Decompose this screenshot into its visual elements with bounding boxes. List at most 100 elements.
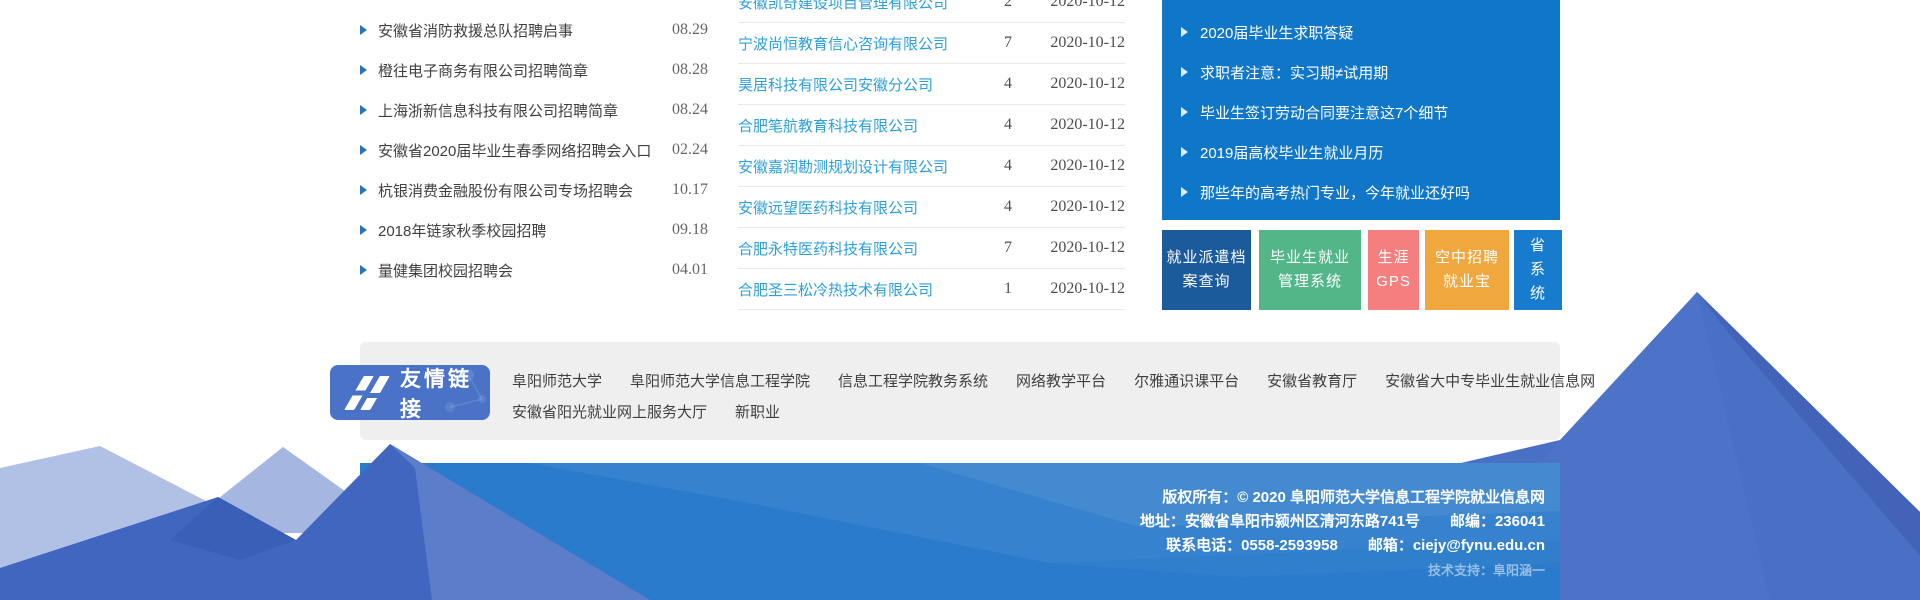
news-date: 08.24	[672, 101, 708, 119]
province-system-button[interactable]: 省系统	[1514, 230, 1562, 310]
tip-link[interactable]: 2020届毕业生求职答疑	[1200, 22, 1353, 43]
table-row[interactable]: 昊居科技有限公司安徽分公司 4 2020-10-12	[738, 64, 1125, 105]
bullet-arrow-icon	[1181, 147, 1188, 157]
news-item[interactable]: 上海浙新信息科技有限公司招聘简章 08.24	[360, 90, 708, 130]
company-link[interactable]: 昊居科技有限公司安徽分公司	[738, 74, 979, 95]
table-row[interactable]: 安徽嘉润勘测规划设计有限公司 4 2020-10-12	[738, 146, 1125, 187]
company-date: 2020-10-12	[1037, 116, 1125, 134]
bullet-arrow-icon	[360, 65, 367, 75]
friendly-links-logo-box: 友情链接	[330, 365, 490, 420]
company-count: 7	[979, 239, 1037, 257]
table-row[interactable]: 合肥笔航教育科技有限公司 4 2020-10-12	[738, 105, 1125, 146]
footer-copyright: 版权所有：© 2020 阜阳师范大学信息工程学院就业信息网	[1140, 486, 1545, 510]
news-item[interactable]: 杭银消费金融股份有限公司专场招聘会 10.17	[360, 170, 708, 210]
news-date: 10.17	[672, 181, 708, 199]
footer-tech-support: 技术支持：阜阳涵一	[1140, 559, 1545, 583]
bullet-arrow-icon	[1181, 67, 1188, 77]
friendly-link[interactable]: 安徽省大中专毕业生就业信息网	[1385, 370, 1595, 391]
news-date: 09.18	[672, 221, 708, 239]
company-count: 7	[979, 34, 1037, 52]
friendly-link[interactable]: 阜阳师范大学	[512, 370, 602, 391]
news-title[interactable]: 安徽省消防救援总队招聘启事	[378, 20, 672, 41]
molecule-decoration	[420, 365, 490, 420]
company-count: 4	[979, 75, 1037, 93]
company-date: 2020-10-12	[1037, 198, 1125, 216]
news-title[interactable]: 橙往电子商务有限公司招聘简章	[378, 60, 672, 81]
footer-address-line: 地址：安徽省阜阳市颍州区清河东路741号邮编：236041	[1140, 510, 1545, 534]
bullet-arrow-icon	[360, 265, 367, 275]
friendly-links-row-2: 安徽省阳光就业网上服务大厅 新职业	[512, 396, 1623, 427]
tip-link[interactable]: 求职者注意：实习期≠试用期	[1200, 62, 1388, 83]
table-row[interactable]: 安徽远望医药科技有限公司 4 2020-10-12	[738, 187, 1125, 228]
company-date: 2020-10-12	[1037, 280, 1125, 298]
news-date: 02.24	[672, 141, 708, 159]
company-link[interactable]: 合肥永特医药科技有限公司	[738, 238, 979, 259]
company-date: 2020-10-12	[1037, 75, 1125, 93]
company-link[interactable]: 安徽嘉润勘测规划设计有限公司	[738, 156, 979, 177]
friendly-links-band: 阜阳师范大学 阜阳师范大学信息工程学院 信息工程学院教务系统 网络教学平台 尔雅…	[360, 342, 1560, 440]
friendly-link[interactable]: 网络教学平台	[1016, 370, 1106, 391]
news-item[interactable]: 安徽省2020届毕业生春季网络招聘会入口 02.24	[360, 130, 708, 170]
bullet-arrow-icon	[360, 25, 367, 35]
news-item[interactable]: 量健集团校园招聘会 04.01	[360, 250, 708, 290]
air-recruitment-button[interactable]: 空中招聘就业宝	[1425, 230, 1509, 310]
table-row[interactable]: 合肥永特医药科技有限公司 7 2020-10-12	[738, 228, 1125, 269]
company-count: 4	[979, 198, 1037, 216]
company-link[interactable]: 安徽远望医药科技有限公司	[738, 197, 979, 218]
friendly-link[interactable]: 新职业	[735, 401, 780, 422]
company-count: 4	[979, 116, 1037, 134]
table-row[interactable]: 宁波尚恒教育信心咨询有限公司 7 2020-10-12	[738, 23, 1125, 64]
table-row[interactable]: 合肥圣三松冷热技术有限公司 1 2020-10-12	[738, 269, 1125, 310]
tip-link[interactable]: 2019届高校毕业生就业月历	[1200, 142, 1383, 163]
tip-link[interactable]: 那些年的高考热门专业，今年就业还好吗	[1200, 182, 1470, 203]
news-date: 08.28	[672, 61, 708, 79]
news-title[interactable]: 上海浙新信息科技有限公司招聘简章	[378, 100, 672, 121]
news-title[interactable]: 量健集团校园招聘会	[378, 260, 672, 281]
friendly-link[interactable]: 阜阳师范大学信息工程学院	[630, 370, 810, 391]
table-row[interactable]: 安徽凯奇建设项目管理有限公司 2 2020-10-12	[738, 0, 1125, 23]
company-count: 2	[979, 0, 1037, 11]
button-label: 空中招聘就业宝	[1435, 246, 1499, 294]
friendly-link[interactable]: 安徽省教育厅	[1267, 370, 1357, 391]
news-title[interactable]: 2018年链家秋季校园招聘	[378, 220, 672, 241]
bullet-arrow-icon	[1181, 187, 1188, 197]
news-date: 08.29	[672, 21, 708, 39]
graduate-employment-system-button[interactable]: 毕业生就业管理系统	[1259, 230, 1361, 310]
tip-item[interactable]: 求职者注意：实习期≠试用期	[1162, 52, 1560, 92]
news-item[interactable]: 2018年链家秋季校园招聘 09.18	[360, 210, 708, 250]
friendly-link[interactable]: 安徽省阳光就业网上服务大厅	[512, 401, 707, 422]
company-link[interactable]: 合肥圣三松冷热技术有限公司	[738, 279, 979, 300]
bullet-arrow-icon	[1181, 27, 1188, 37]
friendly-link[interactable]: 信息工程学院教务系统	[838, 370, 988, 391]
dispatch-archive-query-button[interactable]: 就业派遣档案查询	[1162, 230, 1251, 310]
footer-phone: 联系电话：0558-2593958	[1166, 537, 1338, 554]
button-label: 生涯GPS	[1368, 246, 1419, 294]
news-title[interactable]: 安徽省2020届毕业生春季网络招聘会入口	[378, 140, 672, 161]
career-gps-button[interactable]: 生涯GPS	[1368, 230, 1419, 310]
bullet-arrow-icon	[1181, 107, 1188, 117]
company-link[interactable]: 安徽凯奇建设项目管理有限公司	[738, 0, 979, 13]
button-label: 就业派遣档案查询	[1167, 246, 1247, 294]
news-list: 安徽省消防救援总队招聘启事 08.29 橙往电子商务有限公司招聘简章 08.28…	[360, 0, 708, 290]
bullet-arrow-icon	[360, 225, 367, 235]
tip-item[interactable]: 2020届毕业生求职答疑	[1162, 12, 1560, 52]
company-link[interactable]: 合肥笔航教育科技有限公司	[738, 115, 979, 136]
company-date: 2020-10-12	[1037, 0, 1125, 11]
news-item[interactable]: 橙往电子商务有限公司招聘简章 08.28	[360, 50, 708, 90]
bullet-arrow-icon	[360, 145, 367, 155]
double-slash-logo-icon	[346, 374, 390, 412]
footer: 版权所有：© 2020 阜阳师范大学信息工程学院就业信息网 地址：安徽省阜阳市颍…	[1140, 486, 1545, 583]
tip-item[interactable]: 2019届高校毕业生就业月历	[1162, 132, 1560, 172]
company-link[interactable]: 宁波尚恒教育信心咨询有限公司	[738, 33, 979, 54]
friendly-link[interactable]: 尔雅通识课平台	[1134, 370, 1239, 391]
tip-item[interactable]: 那些年的高考热门专业，今年就业还好吗	[1162, 172, 1560, 212]
systems-button-row: 就业派遣档案查询 毕业生就业管理系统 生涯GPS 空中招聘就业宝 省系统	[1162, 230, 1562, 310]
bullet-arrow-icon	[360, 105, 367, 115]
news-title[interactable]: 杭银消费金融股份有限公司专场招聘会	[378, 180, 672, 201]
footer-contact-line: 联系电话：0558-2593958邮箱：ciejy@fynu.edu.cn	[1140, 534, 1545, 558]
tip-link[interactable]: 毕业生签订劳动合同要注意这7个细节	[1200, 102, 1448, 123]
footer-address: 地址：安徽省阜阳市颍州区清河东路741号	[1140, 513, 1420, 530]
tip-item[interactable]: 毕业生签订劳动合同要注意这7个细节	[1162, 92, 1560, 132]
news-item[interactable]: 安徽省消防救援总队招聘启事 08.29	[360, 10, 708, 50]
company-date: 2020-10-12	[1037, 34, 1125, 52]
